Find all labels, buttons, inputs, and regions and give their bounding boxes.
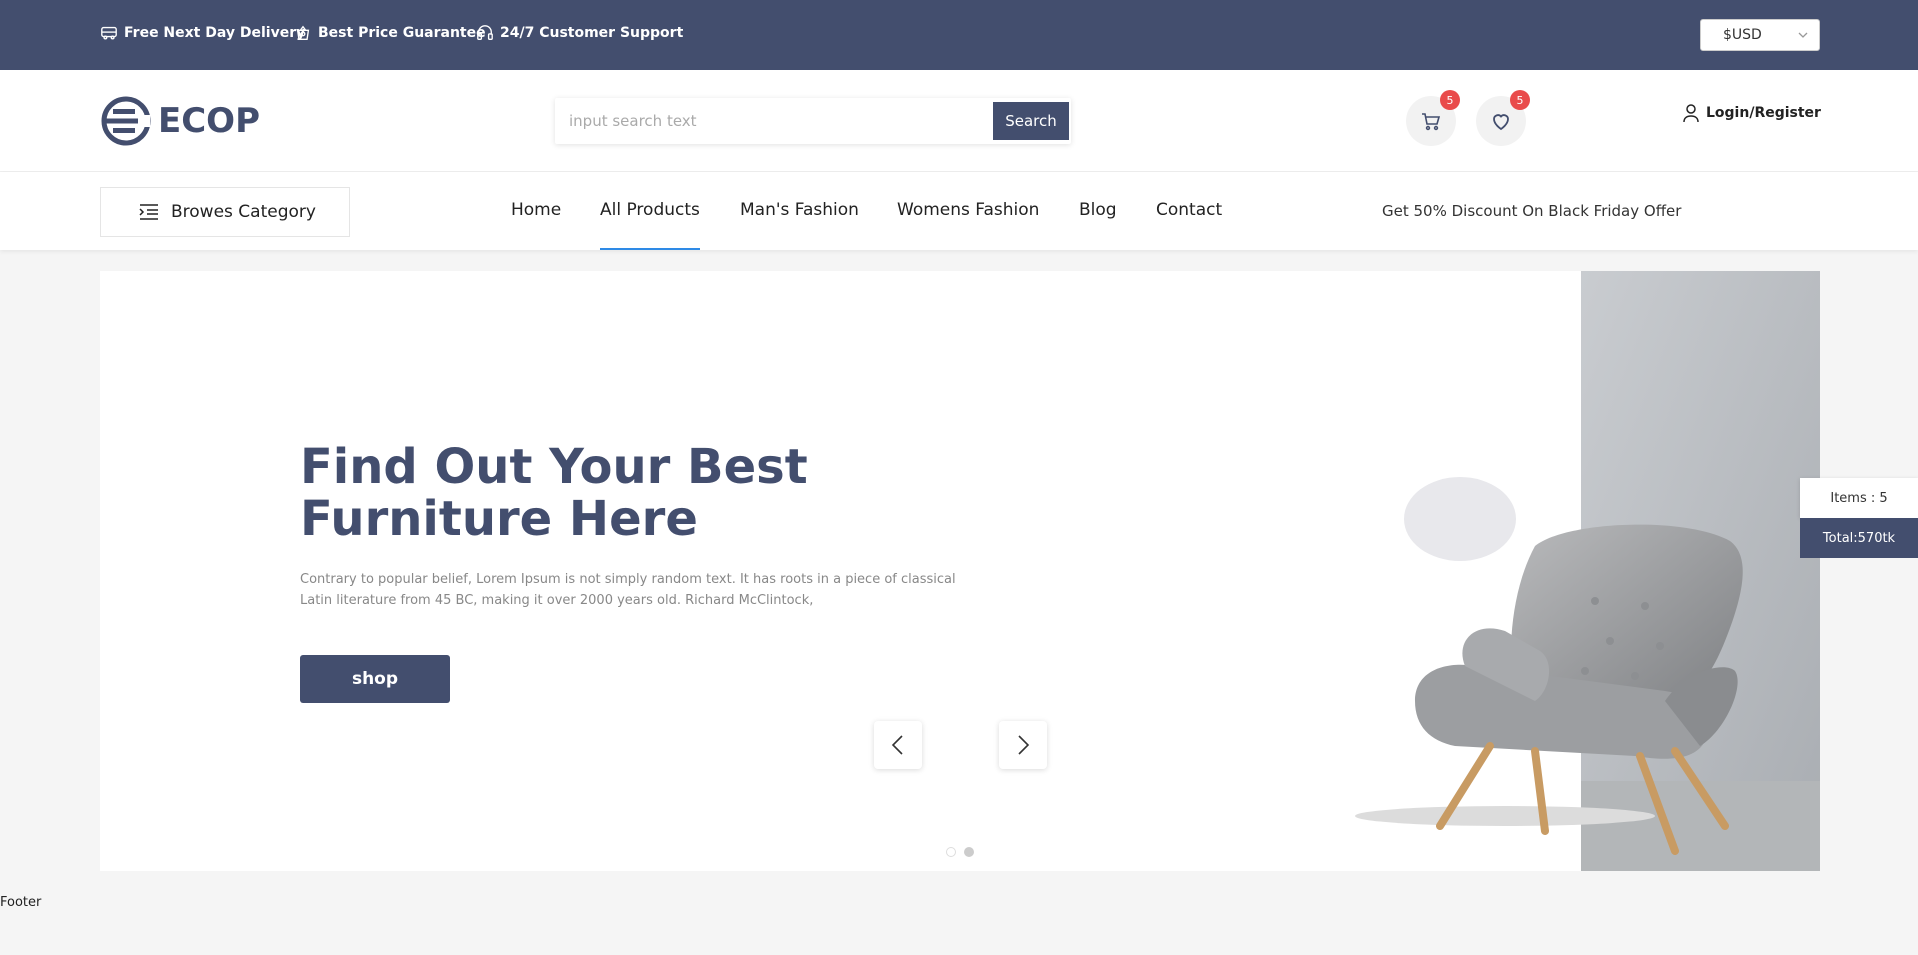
cart-badge: 5	[1440, 90, 1460, 110]
nav-blog[interactable]: Blog	[1079, 200, 1117, 250]
feature-support: 24/7 Customer Support	[476, 24, 683, 42]
hero-description: Contrary to popular belief, Lorem Ipsum …	[300, 572, 956, 608]
hero-chair-image	[1305, 271, 1820, 871]
login-label: Login/Register	[1706, 105, 1821, 121]
feature-label: Best Price Guarantee	[318, 25, 486, 41]
search-input[interactable]	[569, 106, 909, 136]
wishlist-button[interactable]: 5	[1476, 90, 1530, 146]
browse-category-button[interactable]: Browes Category	[100, 187, 350, 237]
main-nav: Browes Category Home All Products Man's …	[0, 172, 1918, 250]
nav-all-products[interactable]: All Products	[600, 200, 700, 250]
login-register-link[interactable]: Login/Register	[1682, 103, 1821, 123]
feature-delivery: Free Next Day Delivery	[100, 24, 305, 42]
chevron-right-icon	[1018, 735, 1030, 755]
menu-indent-icon	[139, 204, 158, 220]
logo[interactable]: ECOP	[100, 95, 260, 147]
chevron-down-icon	[1798, 32, 1808, 38]
slider-prev-button[interactable]	[874, 721, 922, 769]
nav-womens-fashion[interactable]: Womens Fashion	[897, 200, 1039, 250]
side-cart-total[interactable]: Total:570tk	[1800, 518, 1918, 558]
logo-text: ECOP	[158, 101, 260, 141]
footer: Footer	[0, 895, 42, 910]
currency-value: $USD	[1723, 27, 1762, 43]
shop-button[interactable]: shop	[300, 655, 450, 703]
nav-home[interactable]: Home	[511, 200, 561, 250]
category-label: Browes Category	[171, 202, 316, 222]
price-tag-icon	[296, 25, 310, 40]
user-icon	[1683, 104, 1699, 123]
hero-title: Find Out Your Best Furniture Here	[300, 439, 808, 547]
headset-icon	[477, 25, 493, 40]
slider-dot-active[interactable]	[964, 847, 974, 857]
cart-button[interactable]: 5	[1406, 90, 1460, 146]
header: ECOP Search 5 5 Login/Register	[0, 70, 1918, 172]
search-box: Search	[555, 98, 1071, 144]
slider-dot[interactable]	[946, 847, 956, 857]
heart-icon	[1493, 114, 1509, 131]
nav-contact[interactable]: Contact	[1156, 200, 1222, 250]
logo-mark-icon	[101, 96, 151, 146]
wishlist-badge: 5	[1510, 90, 1530, 110]
currency-select[interactable]: $USD	[1700, 19, 1820, 51]
delivery-truck-icon	[101, 26, 117, 40]
promo-text: Get 50% Discount On Black Friday Offer	[1382, 202, 1682, 220]
top-bar: Free Next Day Delivery Best Price Guaran…	[0, 0, 1918, 70]
search-button[interactable]: Search	[993, 102, 1069, 140]
feature-price: Best Price Guarantee	[294, 24, 486, 42]
nav-mans-fashion[interactable]: Man's Fashion	[740, 200, 859, 250]
cart-icon	[1422, 113, 1441, 131]
feature-label: Free Next Day Delivery	[124, 25, 306, 41]
feature-label: 24/7 Customer Support	[500, 25, 684, 41]
slider-next-button[interactable]	[999, 721, 1047, 769]
side-cart-items[interactable]: Items : 5	[1800, 478, 1918, 518]
hero-slider: Find Out Your Best Furniture Here Contra…	[100, 271, 1820, 871]
chevron-left-icon	[891, 735, 903, 755]
armchair-illustration	[1355, 271, 1820, 871]
